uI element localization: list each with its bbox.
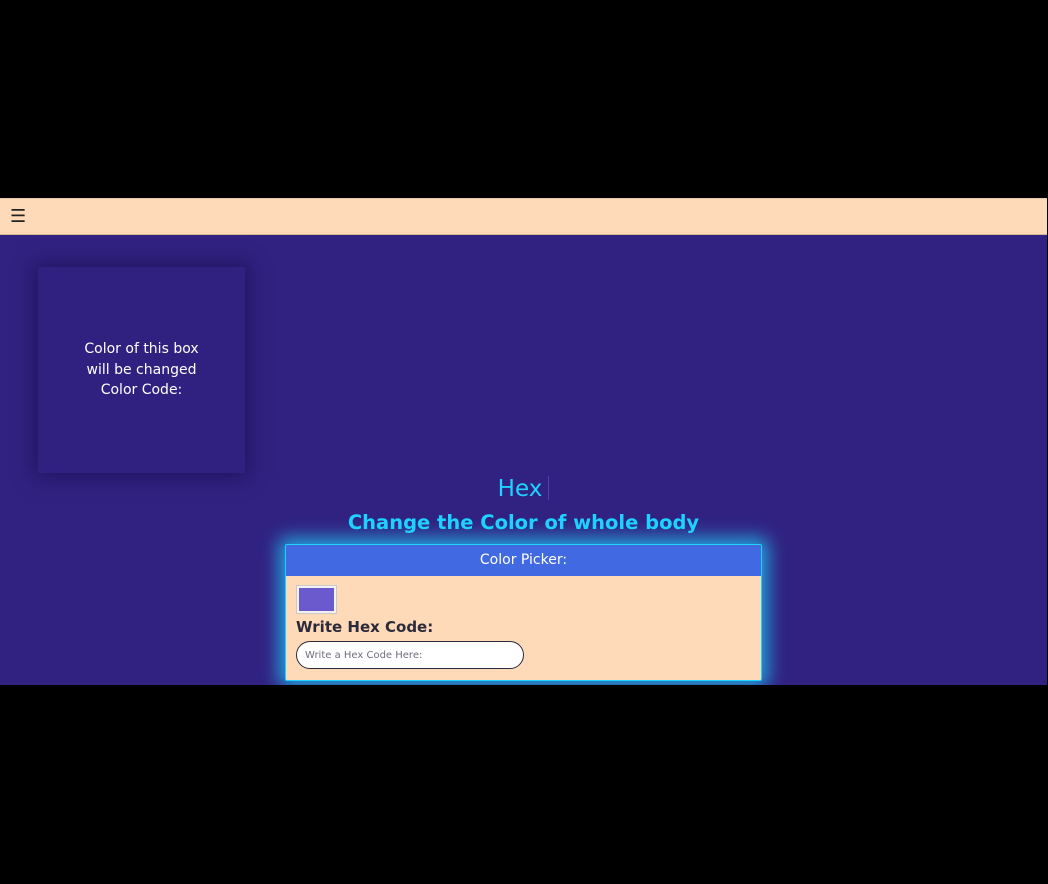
page-title: Hex xyxy=(0,474,1047,504)
color-box-text-line1: Color of this box xyxy=(84,341,199,358)
color-picker-header: Color Picker: xyxy=(286,545,761,576)
page-title-text: Hex xyxy=(497,476,543,502)
hex-code-label: Write Hex Code: xyxy=(296,618,434,636)
color-box-text-line2: will be changed xyxy=(86,361,197,378)
top-navbar: ☰ xyxy=(0,198,1047,235)
page-body: ☰ Color of this box will be changed Colo… xyxy=(0,198,1047,685)
color-picker-card: Color Picker: Write Hex Code: xyxy=(285,544,762,681)
color-preview-box: Color of this box will be changed Color … xyxy=(38,267,245,473)
swatch-color-fill xyxy=(299,588,334,611)
typing-caret xyxy=(548,476,550,500)
color-picker-swatch[interactable] xyxy=(296,585,337,614)
hex-code-input[interactable] xyxy=(296,641,524,669)
hamburger-icon[interactable]: ☰ xyxy=(10,207,27,227)
color-code-label: Color Code: xyxy=(100,382,183,399)
page-subtitle: Change the Color of whole body xyxy=(347,511,700,534)
